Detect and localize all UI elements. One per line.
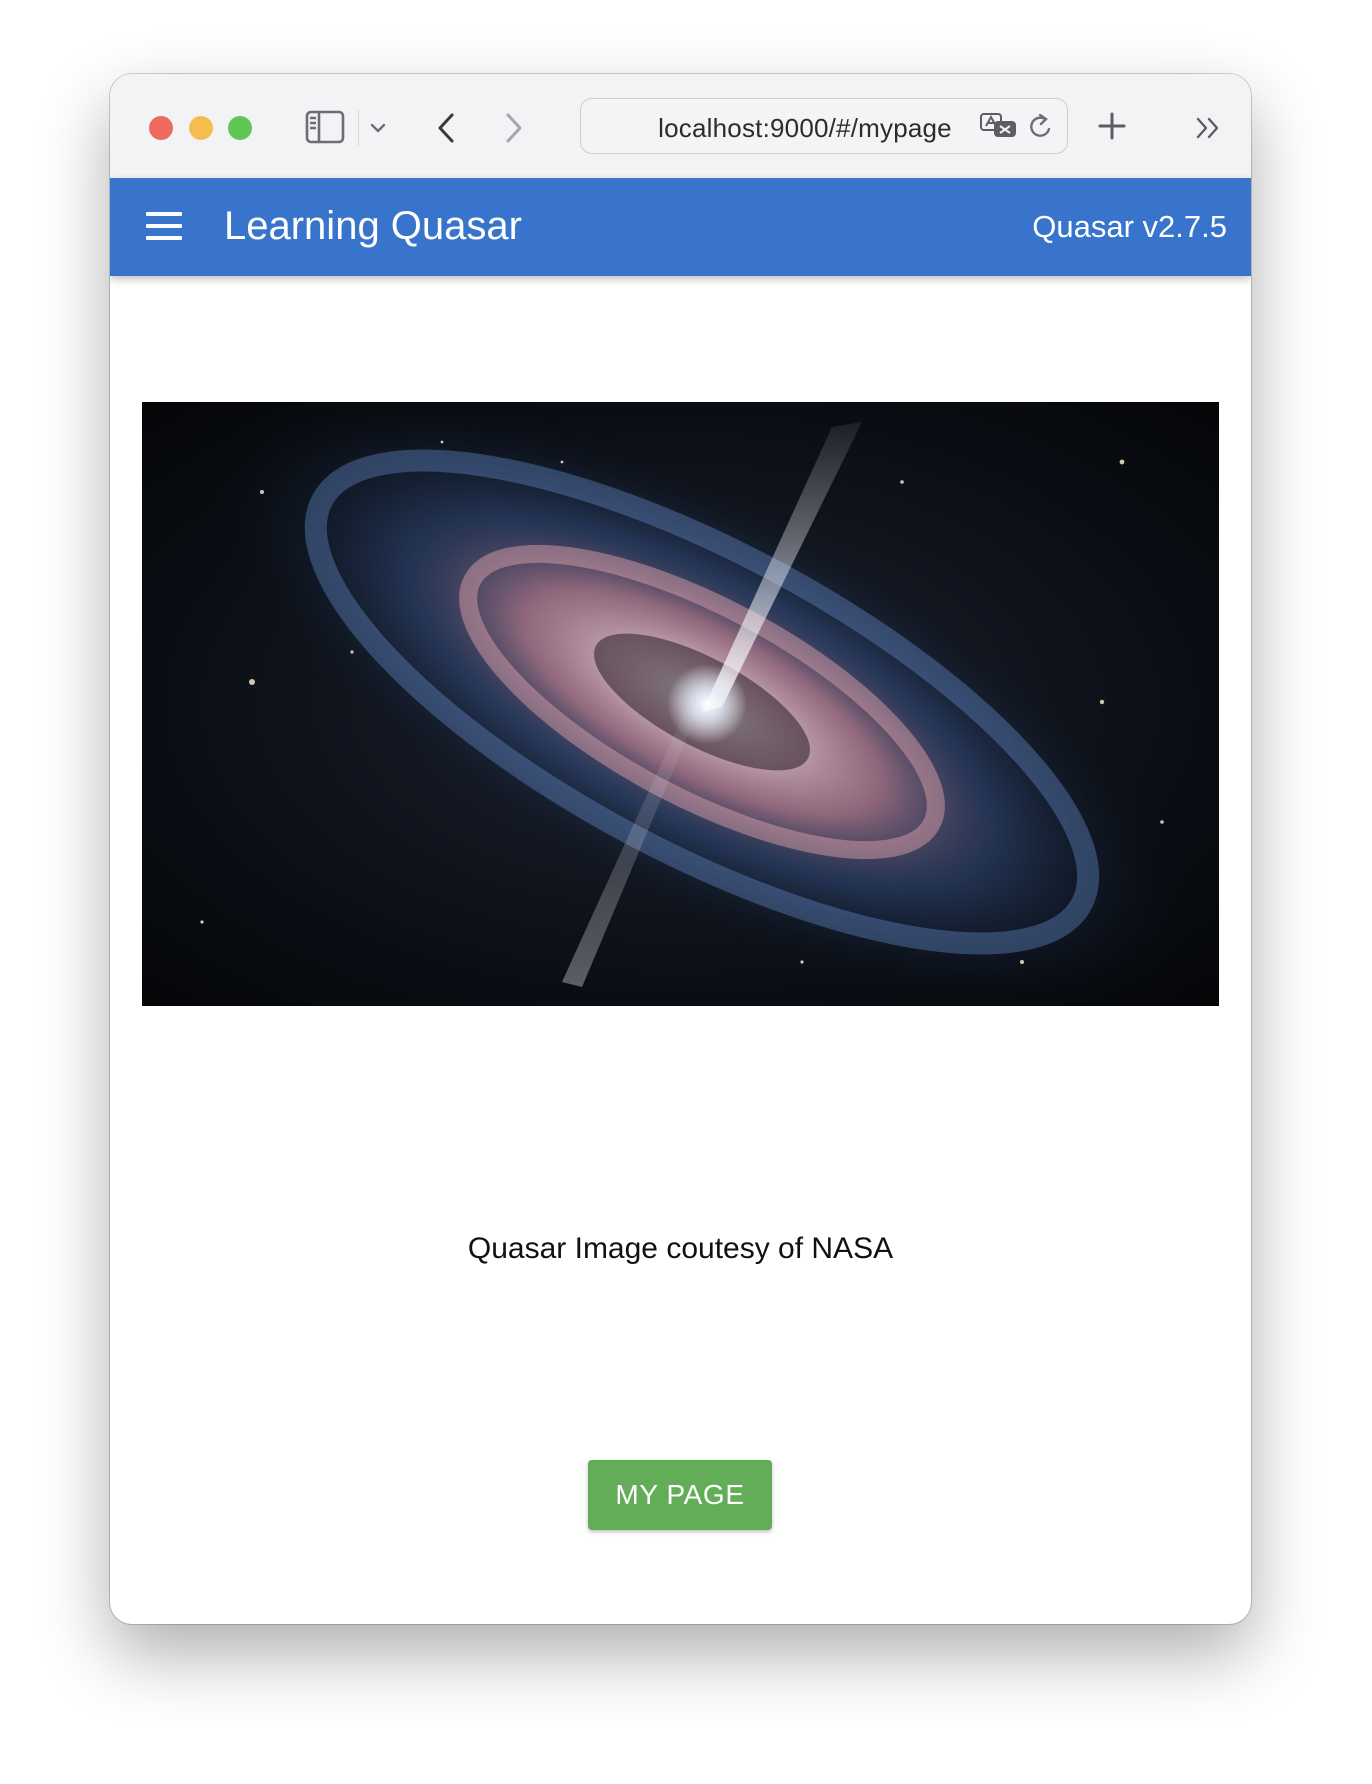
hamburger-menu-icon[interactable] — [146, 210, 186, 244]
address-text[interactable]: localhost:9000/#/mypage — [635, 113, 975, 144]
chevron-right-icon[interactable] — [496, 108, 532, 148]
quasar-image — [142, 402, 1219, 1006]
sidebar-icon[interactable] — [304, 108, 346, 146]
image-caption: Quasar Image coutesy of NASA — [467, 1232, 894, 1265]
translate-icon[interactable] — [979, 112, 1019, 140]
plus-icon[interactable] — [1094, 106, 1130, 146]
address-bar[interactable]: localhost:9000/#/mypage — [580, 98, 1068, 154]
browser-toolbar: localhost:9000/#/mypage — [110, 74, 1251, 179]
app-title: Learning Quasar — [224, 204, 522, 248]
toolbar-separator — [358, 110, 359, 146]
zoom-window-button[interactable] — [228, 116, 252, 140]
quasar-version: Quasar v2.7.5 — [1032, 209, 1227, 244]
close-window-button[interactable] — [149, 116, 173, 140]
app-header: Learning Quasar Quasar v2.7.5 — [110, 178, 1251, 276]
my-page-button[interactable]: MY PAGE — [588, 1460, 772, 1530]
double-chevron-right-icon[interactable] — [1190, 110, 1226, 146]
browser-window: localhost:9000/#/mypage Learning Quasar … — [110, 74, 1251, 1624]
minimize-window-button[interactable] — [189, 116, 213, 140]
chevron-left-icon[interactable] — [428, 108, 464, 148]
chevron-down-icon[interactable] — [366, 114, 390, 142]
reload-icon[interactable] — [1027, 111, 1055, 141]
